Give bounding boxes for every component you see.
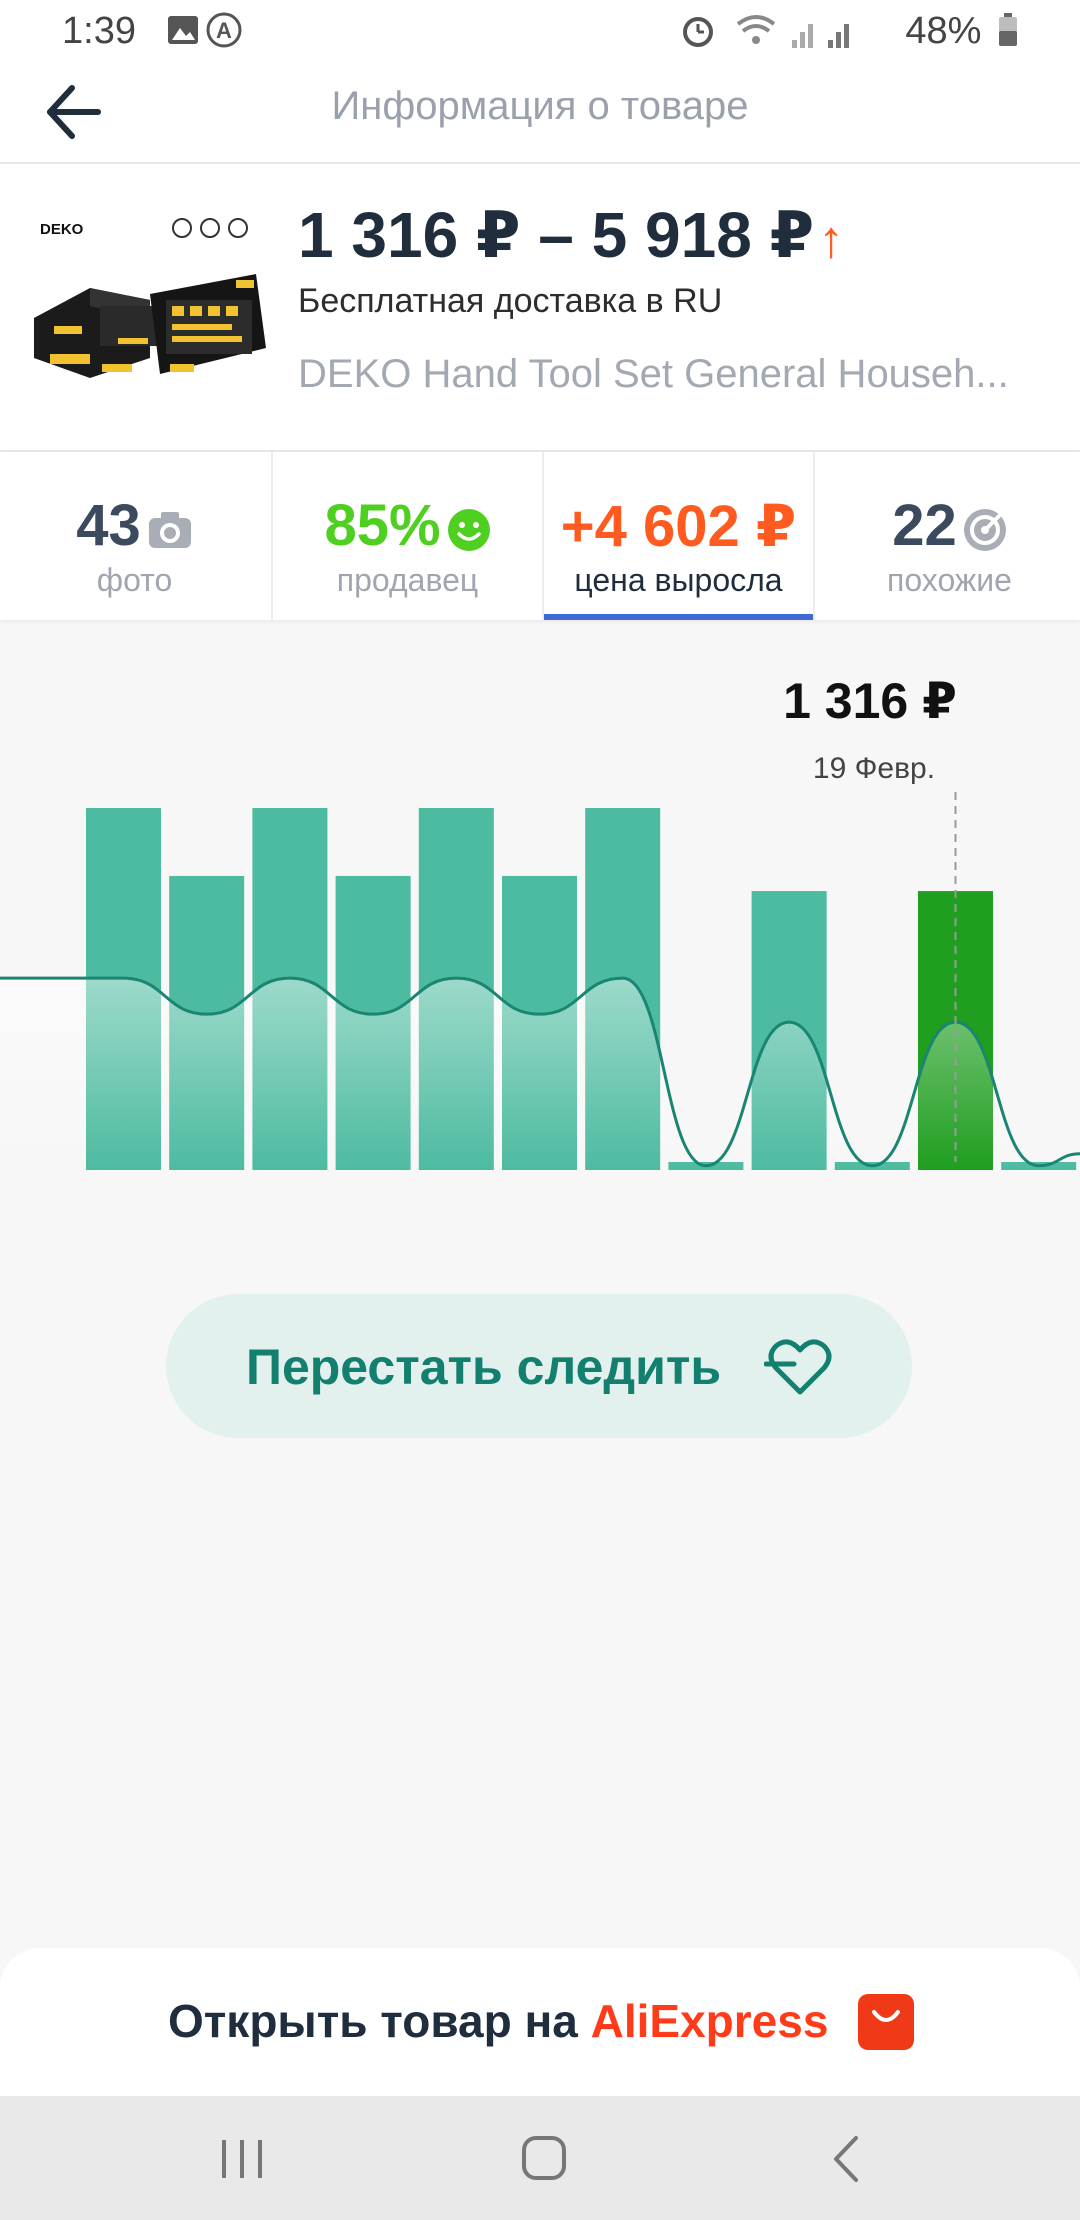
alarm-icon xyxy=(683,17,713,47)
tab-price-change[interactable]: +4 602 ₽ цена выросла xyxy=(542,452,813,620)
home-button[interactable] xyxy=(514,2132,574,2186)
certification-icons xyxy=(172,218,248,238)
recent-apps-icon xyxy=(222,2140,262,2178)
chart-svg xyxy=(0,792,1080,1170)
tab-photos[interactable]: 43 фото xyxy=(0,452,269,620)
chevron-left-icon xyxy=(834,2136,858,2182)
home-icon xyxy=(522,2136,566,2180)
status-bar: 1:39 A 48% xyxy=(0,0,1080,62)
photos-stat: 43 xyxy=(0,492,269,559)
seller-label: продавец xyxy=(336,562,479,598)
open-on-aliexpress-bar[interactable]: Открыть товар на AliExpress xyxy=(0,1948,1080,2096)
price-range: 1 316 ₽ – 5 918 ₽↑ xyxy=(298,198,844,273)
active-tab-indicator xyxy=(544,614,813,620)
stats-tabs: 43 фото 85% продавец +4 602 ₽ цена вырос… xyxy=(0,452,1080,620)
tab-seller[interactable]: 85% продавец xyxy=(271,452,542,620)
open-on-aliexpress-button[interactable]: Открыть товар на AliExpress xyxy=(168,1994,828,2048)
recent-apps-button[interactable] xyxy=(212,2132,272,2186)
similar-label: похожие xyxy=(887,562,1012,598)
battery-percent: 48% xyxy=(905,10,982,52)
system-nav-bar xyxy=(0,2096,1080,2220)
status-system-icons xyxy=(680,10,900,59)
signal-icon xyxy=(792,24,849,48)
delivery-info: Бесплатная доставка в RU xyxy=(298,282,723,320)
open-prefix: Открыть товар на xyxy=(168,1995,578,2047)
tab-similar[interactable]: 22 похожие xyxy=(813,452,1080,620)
system-back-button[interactable] xyxy=(818,2132,878,2186)
price-up-arrow-icon: ↑ xyxy=(818,211,845,269)
image-icon xyxy=(168,16,198,44)
price-history-chart[interactable]: 1 316 ₽ 19 Февр. xyxy=(0,622,1080,1322)
seller-rating: 85% xyxy=(324,493,441,558)
aliexpress-bag-icon xyxy=(858,1994,914,2050)
battery-icon xyxy=(999,13,1017,46)
wifi-icon xyxy=(736,15,776,44)
camera-icon xyxy=(148,511,191,548)
unfollow-label: Перестать следить xyxy=(246,1339,722,1395)
photos-label: фото xyxy=(96,562,173,598)
smiley-icon xyxy=(447,508,490,551)
photos-count: 43 xyxy=(76,493,141,558)
page-title: Информация о товаре xyxy=(331,84,749,128)
battery-status: 48% xyxy=(905,10,1018,53)
status-time: 1:39 xyxy=(62,10,136,52)
unfollow-button[interactable]: Перестать следить xyxy=(166,1294,912,1438)
product-name[interactable]: DEKO Hand Tool Set General Househ... xyxy=(298,352,1038,397)
price-range-text: 1 316 ₽ – 5 918 ₽ xyxy=(298,199,815,271)
aliexpress-brand-text: AliExpress xyxy=(590,1995,829,2047)
product-card[interactable]: DEKO 1 316 ₽ – 5 918 ₽↑ Бесплатная доста… xyxy=(0,164,1080,452)
toolcase-illustration xyxy=(34,274,266,378)
a-circle-icon: A xyxy=(206,12,242,48)
heart-minus-icon xyxy=(764,1339,832,1395)
product-image-brand: DEKO xyxy=(40,221,84,238)
svg-text:A: A xyxy=(216,18,232,43)
price-change-label: цена выросла xyxy=(574,562,783,598)
app-bar: Информация о товаре xyxy=(0,62,1080,164)
similar-stat: 22 xyxy=(815,492,1080,559)
similar-count: 22 xyxy=(892,493,957,558)
status-notification-icons: A xyxy=(168,12,288,57)
target-icon xyxy=(963,508,1006,551)
seller-stat: 85% xyxy=(273,492,542,559)
product-image[interactable]: DEKO xyxy=(30,188,266,400)
price-change-value: +4 602 ₽ xyxy=(560,494,797,559)
